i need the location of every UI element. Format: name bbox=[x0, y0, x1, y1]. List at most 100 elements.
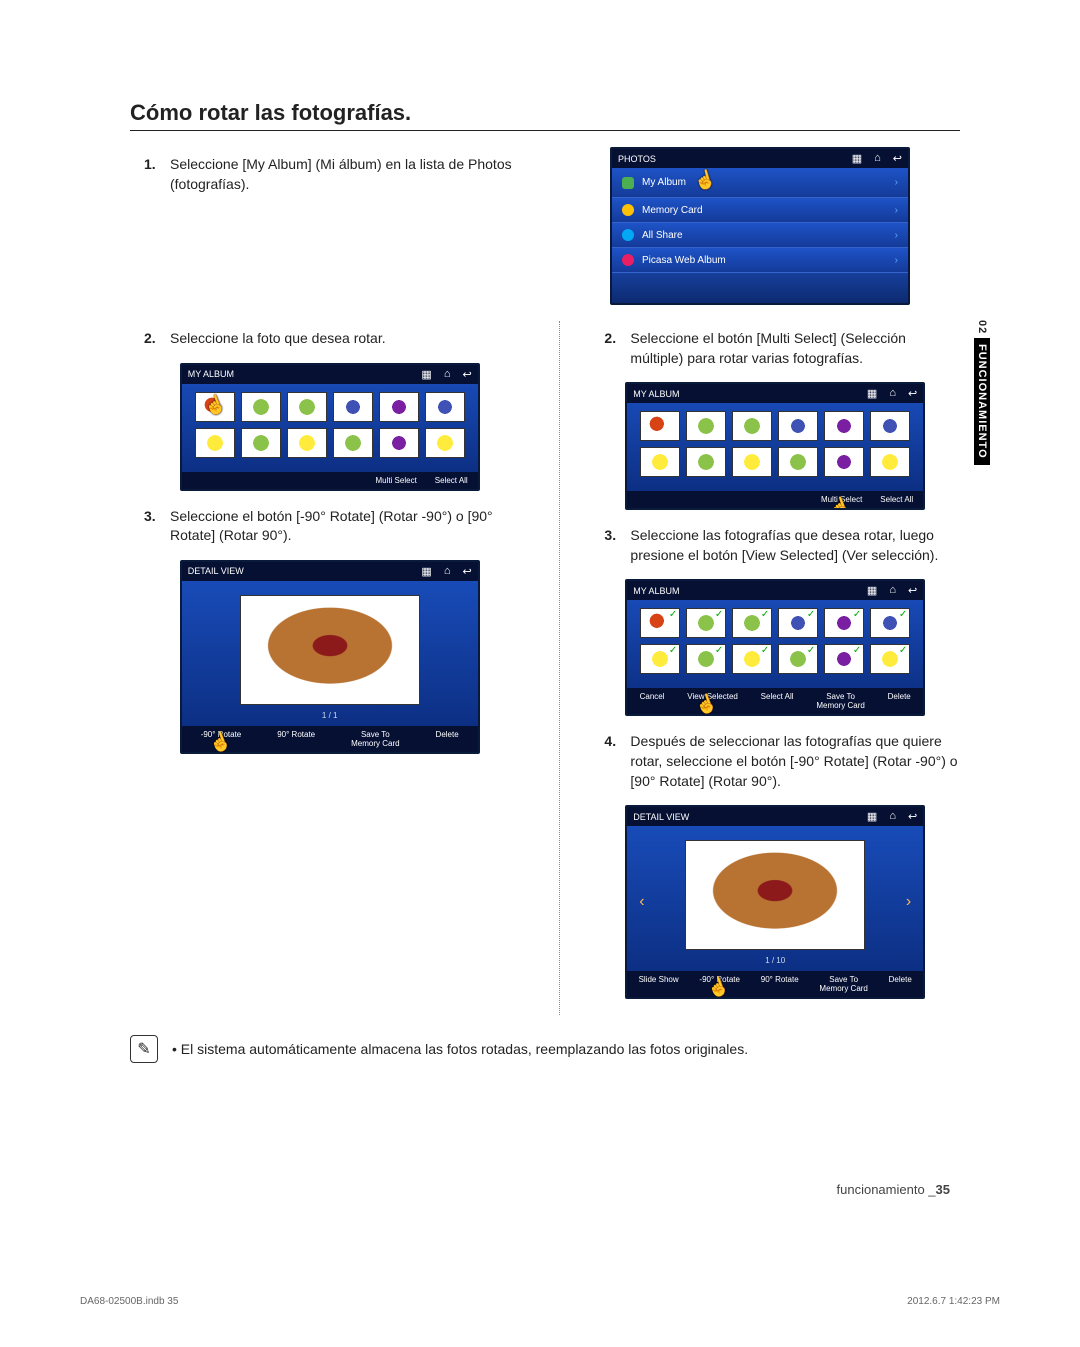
home-icon[interactable]: ⌂ bbox=[889, 584, 896, 597]
step-number: 2. bbox=[604, 329, 620, 368]
back-icon[interactable]: ↩ bbox=[908, 387, 917, 400]
screen-header: PHOTOS ▦ ⌂ ↩ bbox=[612, 149, 908, 168]
photo-thumb[interactable] bbox=[195, 428, 235, 458]
photo-thumb[interactable] bbox=[195, 392, 235, 422]
rotate-neg90-button[interactable]: -90° Rotate bbox=[201, 730, 242, 748]
back-icon[interactable]: ↩ bbox=[908, 810, 917, 823]
photo-thumb[interactable] bbox=[732, 608, 772, 638]
photo-thumb[interactable] bbox=[686, 411, 726, 441]
photo-thumb[interactable] bbox=[870, 411, 910, 441]
grid-icon[interactable]: ▦ bbox=[421, 368, 431, 381]
home-icon[interactable]: ⌂ bbox=[444, 368, 451, 381]
slideshow-button[interactable]: Slide Show bbox=[639, 975, 679, 993]
list-item[interactable]: All Share › bbox=[612, 223, 908, 248]
back-icon[interactable]: ↩ bbox=[462, 368, 471, 381]
step-number: 4. bbox=[604, 732, 620, 791]
home-icon[interactable]: ⌂ bbox=[874, 152, 881, 165]
album-icon bbox=[622, 177, 634, 189]
photo-thumb[interactable] bbox=[686, 608, 726, 638]
grid-icon[interactable]: ▦ bbox=[421, 565, 431, 578]
photo-thumb[interactable] bbox=[333, 392, 373, 422]
save-button[interactable]: Save To Memory Card bbox=[819, 975, 867, 993]
list-item[interactable]: Memory Card › bbox=[612, 198, 908, 223]
home-icon[interactable]: ⌂ bbox=[444, 565, 451, 578]
photo-thumb[interactable] bbox=[824, 644, 864, 674]
print-doc-id: DA68-02500B.indb 35 bbox=[80, 1296, 178, 1307]
delete-button[interactable]: Delete bbox=[889, 975, 912, 993]
grid-icon[interactable]: ▦ bbox=[867, 584, 877, 597]
list-label: Memory Card bbox=[642, 205, 703, 216]
page-footer: funcionamiento _35 bbox=[837, 1182, 950, 1197]
grid-icon[interactable]: ▦ bbox=[852, 152, 862, 165]
chevron-right-icon: › bbox=[895, 255, 898, 266]
photo-thumb[interactable] bbox=[379, 392, 419, 422]
multi-select-button[interactable]: Multi Select bbox=[375, 476, 416, 485]
photo-thumb[interactable] bbox=[686, 447, 726, 477]
photo-thumb[interactable] bbox=[870, 447, 910, 477]
photo-thumb[interactable] bbox=[640, 447, 680, 477]
photos-list-screen: PHOTOS ▦ ⌂ ↩ My Album ☝ › Memory Card › A… bbox=[610, 147, 910, 305]
photo-thumb[interactable] bbox=[870, 608, 910, 638]
save-button[interactable]: Save To Memory Card bbox=[816, 692, 864, 710]
rotate-pos90-button[interactable]: 90° Rotate bbox=[277, 730, 315, 748]
photo-thumb[interactable] bbox=[425, 392, 465, 422]
photo-thumb[interactable] bbox=[425, 428, 465, 458]
save-button[interactable]: Save To Memory Card bbox=[351, 730, 399, 748]
delete-button[interactable]: Delete bbox=[436, 730, 459, 748]
photo-thumb[interactable] bbox=[287, 392, 327, 422]
photo-thumb[interactable] bbox=[824, 411, 864, 441]
step-number: 3. bbox=[144, 507, 160, 546]
rotate-neg90-button[interactable]: -90° Rotate bbox=[699, 975, 740, 993]
page-title: Cómo rotar las fotografías. bbox=[130, 100, 960, 131]
photo-thumb[interactable] bbox=[379, 428, 419, 458]
photo-thumb[interactable] bbox=[686, 644, 726, 674]
step-text: Seleccione el botón [-90° Rotate] (Rotar… bbox=[170, 507, 529, 546]
grid-icon[interactable]: ▦ bbox=[867, 387, 877, 400]
screen-title: MY ALBUM bbox=[188, 369, 234, 379]
list-label: My Album bbox=[642, 177, 686, 188]
list-item[interactable]: Picasa Web Album › bbox=[612, 248, 908, 273]
photo-thumb[interactable] bbox=[870, 644, 910, 674]
photo-thumb[interactable] bbox=[640, 411, 680, 441]
photo-thumb[interactable] bbox=[241, 428, 281, 458]
allshare-icon bbox=[622, 229, 634, 241]
cancel-button[interactable]: Cancel bbox=[640, 692, 665, 710]
delete-button[interactable]: Delete bbox=[888, 692, 911, 710]
rotate-pos90-button[interactable]: 90° Rotate bbox=[761, 975, 799, 993]
photo-thumb[interactable] bbox=[778, 411, 818, 441]
view-selected-button[interactable]: View Selected bbox=[687, 692, 738, 710]
home-icon[interactable]: ⌂ bbox=[889, 387, 896, 400]
multi-select-button[interactable]: Multi Select bbox=[821, 495, 862, 504]
photo-thumb[interactable] bbox=[333, 428, 373, 458]
picasa-icon bbox=[622, 254, 634, 266]
photo-thumb[interactable] bbox=[778, 608, 818, 638]
screen-title: MY ALBUM bbox=[633, 586, 679, 596]
list-item[interactable]: My Album☝ › bbox=[612, 168, 908, 198]
album-screen: MY ALBUM ▦ ⌂ ↩ bbox=[180, 363, 480, 491]
select-all-button[interactable]: Select All bbox=[435, 476, 468, 485]
photo-thumb[interactable] bbox=[640, 608, 680, 638]
back-icon[interactable]: ↩ bbox=[893, 152, 902, 165]
photo-thumb[interactable] bbox=[824, 608, 864, 638]
photo-thumb[interactable] bbox=[640, 644, 680, 674]
grid-icon[interactable]: ▦ bbox=[867, 810, 877, 823]
select-all-button[interactable]: Select All bbox=[761, 692, 794, 710]
home-icon[interactable]: ⌂ bbox=[889, 810, 896, 823]
note-icon: ✎ bbox=[130, 1035, 158, 1063]
photo-thumb[interactable] bbox=[732, 447, 772, 477]
photo-thumb[interactable] bbox=[287, 428, 327, 458]
photo-thumb[interactable] bbox=[732, 411, 772, 441]
hand-cursor-icon: ☝ bbox=[692, 167, 719, 193]
photo-thumb[interactable] bbox=[732, 644, 772, 674]
back-icon[interactable]: ↩ bbox=[908, 584, 917, 597]
back-icon[interactable]: ↩ bbox=[462, 565, 471, 578]
photo-thumb[interactable] bbox=[824, 447, 864, 477]
photo-thumb[interactable] bbox=[778, 644, 818, 674]
prev-arrow-icon[interactable]: ‹ bbox=[631, 893, 652, 911]
photo-thumb[interactable] bbox=[241, 392, 281, 422]
select-all-button[interactable]: Select All bbox=[880, 495, 913, 504]
footer-section: funcionamiento _ bbox=[837, 1182, 936, 1197]
step-text: Después de seleccionar las fotografías q… bbox=[630, 732, 960, 791]
photo-thumb[interactable] bbox=[778, 447, 818, 477]
next-arrow-icon[interactable]: › bbox=[898, 893, 919, 911]
